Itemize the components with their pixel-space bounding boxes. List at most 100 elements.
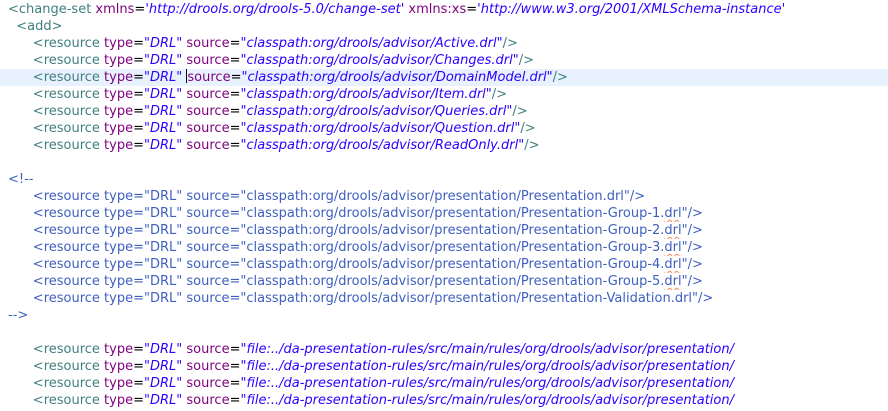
xml-attribute-token: source xyxy=(182,87,230,102)
code-line[interactable]: <resource type="DRL" source="classpath:o… xyxy=(0,137,888,154)
xml-source-editor[interactable]: <change-set xmlns='http://drools.org/dro… xyxy=(0,0,888,411)
xml-equals-token: = xyxy=(134,2,146,17)
xml-tag-token: <resource xyxy=(32,376,100,391)
xml-value-token: 'http://www.w3.org/2001/XMLSchema-instan… xyxy=(477,2,786,17)
xml-attribute-token: source xyxy=(182,53,230,68)
code-line-text: <resource type="DRL" source="classpath:o… xyxy=(8,52,534,69)
code-line[interactable]: <resource type="DRL" source="classpath:o… xyxy=(0,256,888,273)
code-line[interactable]: <resource type="DRL" source="file:../da-… xyxy=(0,392,888,409)
xml-tag-token: <resource xyxy=(32,393,100,408)
xml-attribute-token: source xyxy=(182,342,230,357)
code-line[interactable]: <resource type="DRL" source="classpath:o… xyxy=(0,290,888,307)
code-line-text: <resource type="DRL" source="classpath:o… xyxy=(8,120,536,137)
code-line-text: <resource type="DRL" source="classpath:o… xyxy=(8,290,714,307)
code-line-text: <change-set xmlns='http://drools.org/dro… xyxy=(8,1,785,18)
code-line-text: <!-- xyxy=(8,171,34,188)
code-line[interactable]: <resource type="DRL" source="classpath:o… xyxy=(0,120,888,137)
xml-equals-token: = xyxy=(229,53,241,68)
xml-value-token: "classpath:org/drools/advisor/Changes.dr… xyxy=(240,53,519,68)
xml-value-token: "DRL" xyxy=(144,138,183,153)
xml-attribute-token: type xyxy=(99,342,134,357)
code-line[interactable]: <resource type="DRL" source="classpath:o… xyxy=(0,103,888,120)
xml-tag-token: /> xyxy=(520,121,536,136)
xml-value-token: "file:../da-presentation-rules/src/main/… xyxy=(240,342,734,357)
xml-tag-token: <resource xyxy=(32,70,100,85)
code-line[interactable]: <resource type="DRL" source="classpath:o… xyxy=(0,86,888,103)
xml-tag-token: <change-set xyxy=(8,2,92,17)
xml-attribute-token: source xyxy=(182,121,230,136)
xml-equals-token: = xyxy=(133,342,145,357)
code-line[interactable]: <resource type="DRL" source="classpath:o… xyxy=(0,188,888,205)
xml-equals-token: = xyxy=(133,359,145,374)
code-line[interactable]: <resource type="DRL" source="file:../da-… xyxy=(0,375,888,392)
code-line[interactable] xyxy=(0,154,888,171)
code-line-text: <resource type="DRL" source="classpath:o… xyxy=(8,222,703,239)
code-line-text: <resource type="DRL" source="file:../da-… xyxy=(8,392,734,409)
xml-comment-token: <resource type="DRL" source="classpath:o… xyxy=(32,223,665,238)
xml-equals-token: = xyxy=(229,87,241,102)
xml-equals-token: = xyxy=(229,138,241,153)
xml-comment-token: --> xyxy=(8,308,29,323)
code-line[interactable]: <resource type="DRL" source="classpath:o… xyxy=(0,35,888,52)
xml-attribute-token: xmlns:xs xyxy=(404,2,467,17)
code-line[interactable]: <resource type="DRL" source="file:../da-… xyxy=(0,341,888,358)
xml-value-token: "classpath:org/drools/advisor/Active.drl… xyxy=(240,36,503,51)
xml-comment-token: "/> xyxy=(681,206,703,221)
xml-value-token: "classpath:org/drools/advisor/ReadOnly.d… xyxy=(240,138,525,153)
xml-value-token: "classpath:org/drools/advisor/Queries.dr… xyxy=(240,104,513,119)
xml-tag-token: <resource xyxy=(32,36,100,51)
xml-tag-token: /> xyxy=(552,70,568,85)
xml-equals-token: = xyxy=(229,359,241,374)
xml-value-token: "file:../da-presentation-rules/src/main/… xyxy=(240,393,734,408)
xml-tag-token: <resource xyxy=(32,87,100,102)
code-line[interactable]: <add> xyxy=(0,18,888,35)
code-line[interactable] xyxy=(0,324,888,341)
xml-equals-token: = xyxy=(229,393,241,408)
code-line[interactable]: <resource type="DRL" source="classpath:o… xyxy=(0,273,888,290)
code-line-current[interactable]: <resource type="DRL" source="classpath:o… xyxy=(0,69,888,86)
xml-comment-token: "/> xyxy=(681,223,703,238)
xml-attribute-token: type xyxy=(99,359,134,374)
xml-attribute-token: source xyxy=(182,359,230,374)
code-line[interactable]: <resource type="DRL" source="file:../da-… xyxy=(0,358,888,375)
code-line[interactable]: <resource type="DRL" source="classpath:o… xyxy=(0,222,888,239)
code-line[interactable]: <change-set xmlns='http://drools.org/dro… xyxy=(0,1,888,18)
xml-tag-token: /> xyxy=(502,36,518,51)
xml-equals-token: = xyxy=(466,2,478,17)
xml-tag-token: <resource xyxy=(32,138,100,153)
xml-value-token: "DRL" xyxy=(144,393,183,408)
code-line-text: <resource type="DRL" source="classpath:o… xyxy=(8,205,703,222)
xml-value-token: "file:../da-presentation-rules/src/main/… xyxy=(240,376,734,391)
spelling-flagged-token: drl xyxy=(664,257,682,272)
xml-value-token: "DRL" xyxy=(144,121,183,136)
spelling-flagged-token: drl xyxy=(664,240,682,255)
xml-equals-token: = xyxy=(229,36,241,51)
code-line-text: <resource type="DRL" source="classpath:o… xyxy=(8,188,645,205)
xml-equals-token: = xyxy=(133,393,145,408)
xml-attribute-token: type xyxy=(99,87,134,102)
code-line[interactable]: <resource type="DRL" source="classpath:o… xyxy=(0,239,888,256)
xml-comment-token: <resource type="DRL" source="classpath:o… xyxy=(32,240,665,255)
xml-equals-token: = xyxy=(229,121,241,136)
code-line[interactable]: --> xyxy=(0,307,888,324)
xml-value-token: "file:../da-presentation-rules/src/main/… xyxy=(240,359,734,374)
xml-attribute-token: type xyxy=(99,36,134,51)
code-line[interactable]: <resource type="DRL" source="classpath:o… xyxy=(0,52,888,69)
code-line[interactable]: <resource type="DRL" source="classpath:o… xyxy=(0,205,888,222)
code-line[interactable]: <!-- xyxy=(0,171,888,188)
code-line-text: <add> xyxy=(8,18,62,35)
code-line-text: <resource type="DRL" source="classpath:o… xyxy=(8,35,518,52)
xml-tag-token: /> xyxy=(524,138,540,153)
xml-value-token: "classpath:org/drools/advisor/Item.drl" xyxy=(240,87,492,102)
